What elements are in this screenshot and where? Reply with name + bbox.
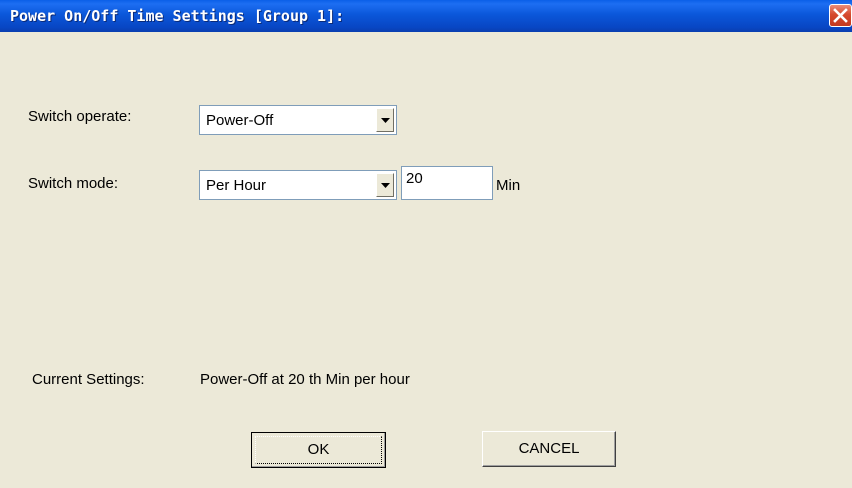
switch-operate-select[interactable]: Power-Off [199, 105, 397, 135]
current-settings-label: Current Settings: [32, 371, 145, 388]
switch-operate-label: Switch operate: [28, 108, 132, 125]
chevron-down-icon [381, 183, 390, 188]
title-bar: Power On/Off Time Settings [Group 1]: [0, 0, 852, 32]
cancel-button[interactable]: CANCEL [482, 431, 616, 467]
switch-mode-dropdown-button[interactable] [376, 173, 394, 197]
cancel-button-label: CANCEL [518, 440, 580, 457]
chevron-down-icon [381, 118, 390, 123]
minutes-field[interactable] [401, 166, 493, 200]
ok-button[interactable]: OK [251, 432, 386, 468]
switch-mode-value: Per Hour [206, 177, 267, 194]
close-icon [833, 8, 848, 23]
switch-mode-label: Switch mode: [28, 175, 119, 192]
switch-operate-value: Power-Off [206, 112, 274, 129]
current-settings-value: Power-Off at 20 th Min per hour [200, 371, 410, 388]
dialog-body: Switch operate: Power-Off Switch mode: P… [0, 32, 852, 488]
switch-mode-select[interactable]: Per Hour [199, 170, 397, 200]
switch-operate-dropdown-button[interactable] [376, 108, 394, 132]
minutes-unit-label: Min [496, 177, 521, 194]
close-button[interactable] [829, 4, 852, 27]
window-title: Power On/Off Time Settings [Group 1]: [10, 7, 345, 25]
ok-button-label: OK [307, 441, 330, 458]
minutes-input[interactable] [402, 167, 492, 199]
